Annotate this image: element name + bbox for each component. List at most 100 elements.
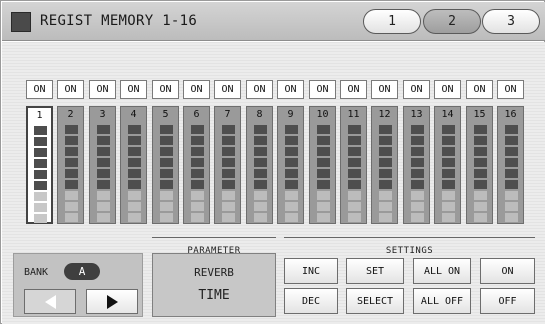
level-segment bbox=[317, 169, 330, 178]
memory-bank-13[interactable]: 13 bbox=[403, 106, 430, 224]
memory-bank-4[interactable]: 4 bbox=[120, 106, 147, 224]
parameter-name: REVERB bbox=[194, 266, 234, 279]
on-toggle-6[interactable]: ON bbox=[183, 80, 210, 99]
level-segment bbox=[285, 169, 298, 178]
memory-bank-5[interactable]: 5 bbox=[152, 106, 179, 224]
off-button[interactable]: OFF bbox=[480, 288, 535, 314]
memory-bank-16[interactable]: 16 bbox=[497, 106, 524, 224]
on-toggle-4[interactable]: ON bbox=[120, 80, 147, 99]
level-segment bbox=[97, 180, 110, 189]
dec-button[interactable]: DEC bbox=[284, 288, 338, 314]
parameter-display[interactable]: REVERB TIME bbox=[152, 253, 276, 317]
memory-bank-12[interactable]: 12 bbox=[371, 106, 398, 224]
select-button[interactable]: SELECT bbox=[346, 288, 404, 314]
on-toggle-3[interactable]: ON bbox=[89, 80, 116, 99]
level-segment bbox=[285, 136, 298, 145]
tab-page-1[interactable]: 1 bbox=[363, 9, 421, 34]
bank-level-indicator bbox=[128, 125, 141, 224]
on-toggle-2[interactable]: ON bbox=[57, 80, 84, 99]
memory-bank-number: 9 bbox=[287, 109, 294, 120]
all-on-button[interactable]: ALL ON bbox=[413, 258, 471, 284]
level-segment bbox=[34, 137, 47, 146]
level-segment bbox=[285, 202, 298, 211]
level-segment bbox=[65, 125, 78, 134]
on-toggle-16[interactable]: ON bbox=[497, 80, 524, 99]
level-segment bbox=[379, 136, 392, 145]
level-segment bbox=[442, 180, 455, 189]
bank-level-indicator bbox=[34, 126, 47, 225]
memory-bank-number: 7 bbox=[224, 109, 231, 120]
all-off-button[interactable]: ALL OFF bbox=[413, 288, 471, 314]
on-toggle-1[interactable]: ON bbox=[26, 80, 53, 99]
level-segment bbox=[474, 136, 487, 145]
on-toggle-8[interactable]: ON bbox=[246, 80, 273, 99]
level-segment bbox=[222, 158, 235, 167]
inc-button[interactable]: INC bbox=[284, 258, 338, 284]
memory-bank-9[interactable]: 9 bbox=[277, 106, 304, 224]
on-toggle-15[interactable]: ON bbox=[466, 80, 493, 99]
level-segment bbox=[34, 126, 47, 135]
level-segment bbox=[254, 125, 267, 134]
on-toggle-11[interactable]: ON bbox=[340, 80, 367, 99]
level-segment bbox=[379, 213, 392, 222]
bank-value-badge: A bbox=[64, 263, 100, 280]
memory-bank-number: 10 bbox=[316, 109, 329, 120]
level-segment bbox=[222, 125, 235, 134]
level-segment bbox=[317, 202, 330, 211]
level-segment bbox=[254, 136, 267, 145]
level-segment bbox=[97, 169, 110, 178]
tab-page-2[interactable]: 2 bbox=[423, 9, 481, 34]
level-segment bbox=[379, 191, 392, 200]
on-toggle-13[interactable]: ON bbox=[403, 80, 430, 99]
level-segment bbox=[505, 213, 518, 222]
bank-next-button[interactable] bbox=[86, 289, 138, 314]
level-segment bbox=[379, 180, 392, 189]
level-segment bbox=[128, 125, 141, 134]
memory-bank-6[interactable]: 6 bbox=[183, 106, 210, 224]
level-segment bbox=[160, 169, 173, 178]
level-segment bbox=[474, 169, 487, 178]
on-toggle-7[interactable]: ON bbox=[214, 80, 241, 99]
memory-bank-14[interactable]: 14 bbox=[434, 106, 461, 224]
set-button[interactable]: SET bbox=[346, 258, 404, 284]
level-segment bbox=[505, 180, 518, 189]
level-segment bbox=[379, 202, 392, 211]
memory-bank-1[interactable]: 1 bbox=[26, 106, 53, 224]
level-segment bbox=[505, 147, 518, 156]
parameter-subname: TIME bbox=[198, 288, 230, 303]
level-segment bbox=[160, 158, 173, 167]
on-toggle-10[interactable]: ON bbox=[309, 80, 336, 99]
bank-level-indicator bbox=[160, 125, 173, 224]
bank-level-indicator bbox=[411, 125, 424, 224]
level-segment bbox=[191, 191, 204, 200]
memory-bank-3[interactable]: 3 bbox=[89, 106, 116, 224]
level-segment bbox=[474, 213, 487, 222]
memory-bank-8[interactable]: 8 bbox=[246, 106, 273, 224]
on-toggle-5[interactable]: ON bbox=[152, 80, 179, 99]
memory-bank-7[interactable]: 7 bbox=[214, 106, 241, 224]
memory-bank-number: 14 bbox=[441, 109, 454, 120]
memory-bank-15[interactable]: 15 bbox=[466, 106, 493, 224]
level-segment bbox=[474, 180, 487, 189]
level-segment bbox=[505, 158, 518, 167]
on-toggle-12[interactable]: ON bbox=[371, 80, 398, 99]
level-segment bbox=[411, 191, 424, 200]
on-toggle-14[interactable]: ON bbox=[434, 80, 461, 99]
level-segment bbox=[254, 180, 267, 189]
bank-previous-button[interactable] bbox=[24, 289, 76, 314]
memory-bank-11[interactable]: 11 bbox=[340, 106, 367, 224]
level-segment bbox=[65, 169, 78, 178]
level-segment bbox=[160, 213, 173, 222]
on-button[interactable]: ON bbox=[480, 258, 535, 284]
settings-heading: SETTINGS bbox=[385, 246, 434, 256]
level-segment bbox=[222, 213, 235, 222]
on-toggle-9[interactable]: ON bbox=[277, 80, 304, 99]
level-segment bbox=[222, 147, 235, 156]
memory-bank-2[interactable]: 2 bbox=[57, 106, 84, 224]
tab-page-3[interactable]: 3 bbox=[482, 9, 540, 34]
level-segment bbox=[34, 203, 47, 212]
memory-bank-10[interactable]: 10 bbox=[309, 106, 336, 224]
level-segment bbox=[222, 180, 235, 189]
level-segment bbox=[34, 148, 47, 157]
level-segment bbox=[505, 136, 518, 145]
